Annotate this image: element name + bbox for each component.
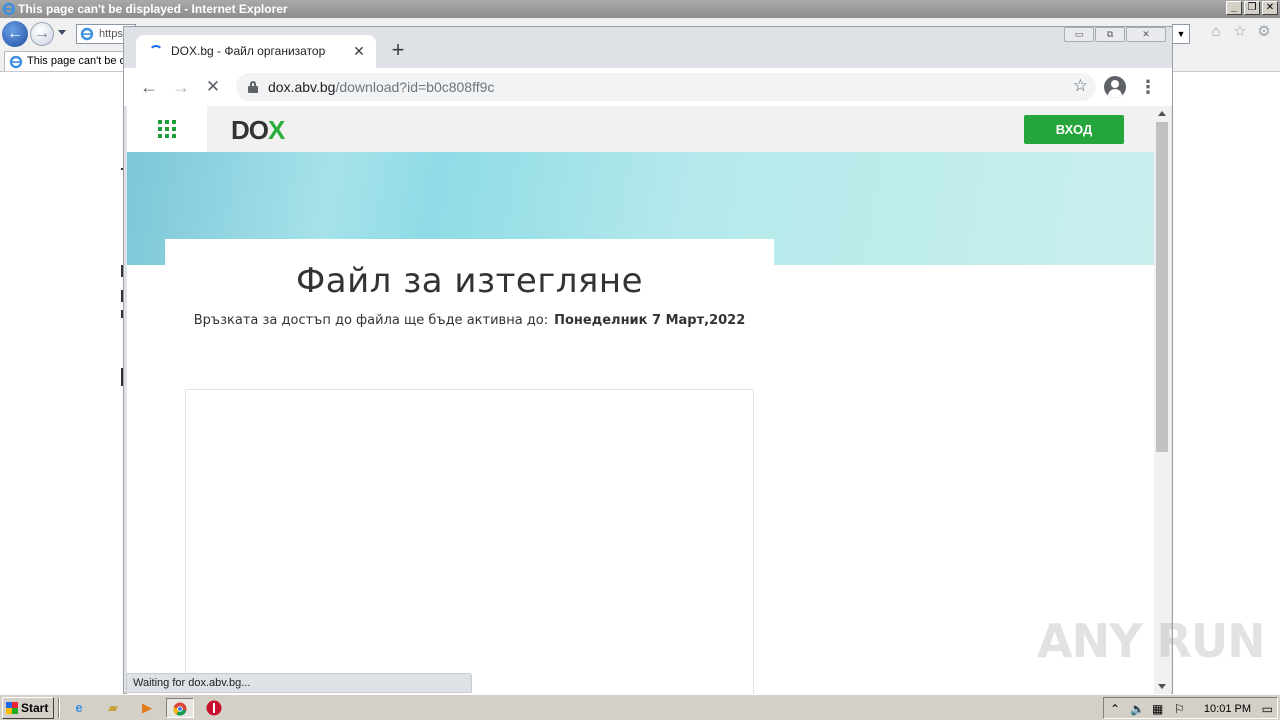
stop-loading-button[interactable]: ✕ [201, 75, 225, 99]
internet-explorer-icon [80, 27, 94, 41]
stop-taskbar-icon[interactable] [200, 698, 228, 718]
close-tab-button[interactable]: ✕ [350, 42, 368, 60]
ie-title-bar: This page can't be displayed - Internet … [0, 0, 1280, 18]
arrow-left-icon: ← [140, 77, 158, 97]
url-host: dox.abv.bg [268, 79, 336, 95]
loading-spinner-icon [149, 45, 163, 59]
star-icon[interactable]: ☆ [1232, 24, 1248, 40]
taskbar-separator [58, 698, 60, 718]
arrow-right-icon: → [34, 25, 50, 42]
chrome-taskbar-icon[interactable] [166, 698, 194, 718]
download-card: Файл за изтегляне Връзката за достъп до … [165, 239, 774, 694]
ie-history-dropdown-icon[interactable] [58, 30, 66, 35]
status-bubble: Waiting for dox.abv.bg... [126, 673, 472, 693]
kebab-menu-icon[interactable]: ⋮ [1136, 75, 1160, 99]
url-path: /download?id=b0c808ff9c [335, 79, 495, 95]
show-hidden-icons-icon[interactable]: ⌃ [1110, 701, 1120, 717]
internet-explorer-icon [2, 2, 16, 16]
network-icon[interactable]: ▦ [1152, 701, 1163, 717]
stop-sign-icon [206, 700, 222, 716]
ie-forward-button[interactable]: → [30, 22, 54, 46]
scrollbar-thumb[interactable] [1156, 122, 1168, 452]
site-header: DOX ВХОД [127, 106, 1154, 152]
gear-icon[interactable]: ⚙ [1256, 24, 1272, 40]
new-tab-button[interactable]: + [386, 39, 410, 63]
page-viewport: DOX ВХОД Файл за изтегляне Връзката за д… [127, 106, 1154, 694]
page-scrollbar[interactable] [1154, 106, 1171, 694]
ie-window-title: This page can't be displayed - Internet … [18, 2, 288, 16]
folder-taskbar-icon[interactable]: ▰ [99, 698, 127, 718]
scroll-up-arrow-icon[interactable] [1158, 111, 1166, 116]
page-title: Файл за изтегляне [295, 261, 644, 301]
ie-toolbar-icons: ⌂ ☆ ⚙ [1208, 24, 1272, 40]
ie-maximize-button[interactable]: ❐ [1244, 1, 1260, 15]
chrome-icon [173, 702, 187, 716]
windows-logo-icon [6, 702, 18, 714]
chrome-tab[interactable]: DOX.bg - Файл организатор ✕ [136, 35, 376, 68]
logo-accent: X [268, 115, 285, 145]
ie-back-button[interactable]: ← [2, 21, 28, 47]
system-tray: ⌃ 🔈 ▦ ⚐ 10:01 PM ▭ [1103, 697, 1278, 719]
expiry-date: Понеделник 7 Март,2022 [554, 313, 746, 328]
close-icon: ✕ [205, 77, 221, 96]
chrome-window: DOX.bg - Файл организатор ✕ + ▭ ⧉ ✕ ← → … [123, 26, 1173, 694]
minimize-button[interactable]: ▭ [1064, 27, 1094, 42]
action-center-flag-icon[interactable]: ⚐ [1174, 701, 1185, 717]
scroll-down-arrow-icon[interactable] [1158, 684, 1166, 689]
chrome-window-controls: ▭ ⧉ ✕ [1064, 27, 1166, 42]
lock-icon[interactable] [248, 81, 258, 93]
forward-button[interactable]: → [169, 75, 193, 99]
taskbar: Start e ▰ ▶ ⌃ 🔈 ▦ ⚐ 10:01 PM ▭ [0, 694, 1280, 720]
home-icon[interactable]: ⌂ [1208, 24, 1224, 40]
chrome-toolbar: ← → ✕ dox.abv.bg/download?id=b0c808ff9c … [124, 68, 1172, 106]
internet-explorer-taskbar-icon[interactable]: e [65, 698, 93, 718]
arrow-left-icon: ← [7, 25, 23, 42]
url-text: dox.abv.bg/download?id=b0c808ff9c [268, 79, 494, 95]
access-expiry-text: Връзката за достъп до файла ще бъде акти… [165, 313, 774, 328]
dox-logo[interactable]: DOX [231, 115, 285, 146]
back-button[interactable]: ← [137, 75, 161, 99]
ie-address-text: https [99, 28, 123, 40]
internet-explorer-icon [9, 55, 23, 69]
restore-button[interactable]: ⧉ [1095, 27, 1125, 42]
login-button[interactable]: ВХОД [1024, 115, 1124, 144]
omnibox[interactable]: dox.abv.bg/download?id=b0c808ff9c ☆ [236, 73, 1096, 101]
bookmark-star-icon[interactable]: ☆ [1073, 76, 1088, 96]
start-button[interactable]: Start [2, 697, 54, 719]
profile-avatar-icon[interactable] [1104, 76, 1126, 98]
volume-icon[interactable]: 🔈 [1130, 701, 1145, 717]
apps-menu-button[interactable] [127, 106, 207, 152]
ie-tab-label: This page can't be d [27, 55, 124, 67]
chrome-tab-title: DOX.bg - Файл организатор [171, 44, 326, 58]
media-player-taskbar-icon[interactable]: ▶ [133, 698, 161, 718]
chrome-tab-strip: DOX.bg - Файл организатор ✕ + ▭ ⧉ ✕ [124, 27, 1172, 68]
show-desktop-icon[interactable]: ▭ [1262, 701, 1273, 717]
anyrun-watermark: ANY RUN [1037, 614, 1266, 668]
ie-window-controls: _ ❐ ✕ [1226, 1, 1278, 15]
ie-close-button[interactable]: ✕ [1262, 1, 1278, 15]
ie-minimize-button[interactable]: _ [1226, 1, 1242, 15]
apps-grid-icon [158, 120, 176, 138]
arrow-right-icon: → [172, 77, 190, 97]
logo-text: DO [231, 115, 269, 145]
expiry-label: Връзката за достъп до файла ще бъде акти… [193, 313, 549, 328]
file-preview-box [185, 389, 754, 694]
clock[interactable]: 10:01 PM [1204, 701, 1251, 717]
close-window-button[interactable]: ✕ [1126, 27, 1166, 42]
start-label: Start [21, 701, 49, 715]
ie-address-dropdown-icon[interactable]: ▼ [1172, 24, 1190, 44]
ie-tab[interactable]: This page can't be d [4, 51, 124, 71]
